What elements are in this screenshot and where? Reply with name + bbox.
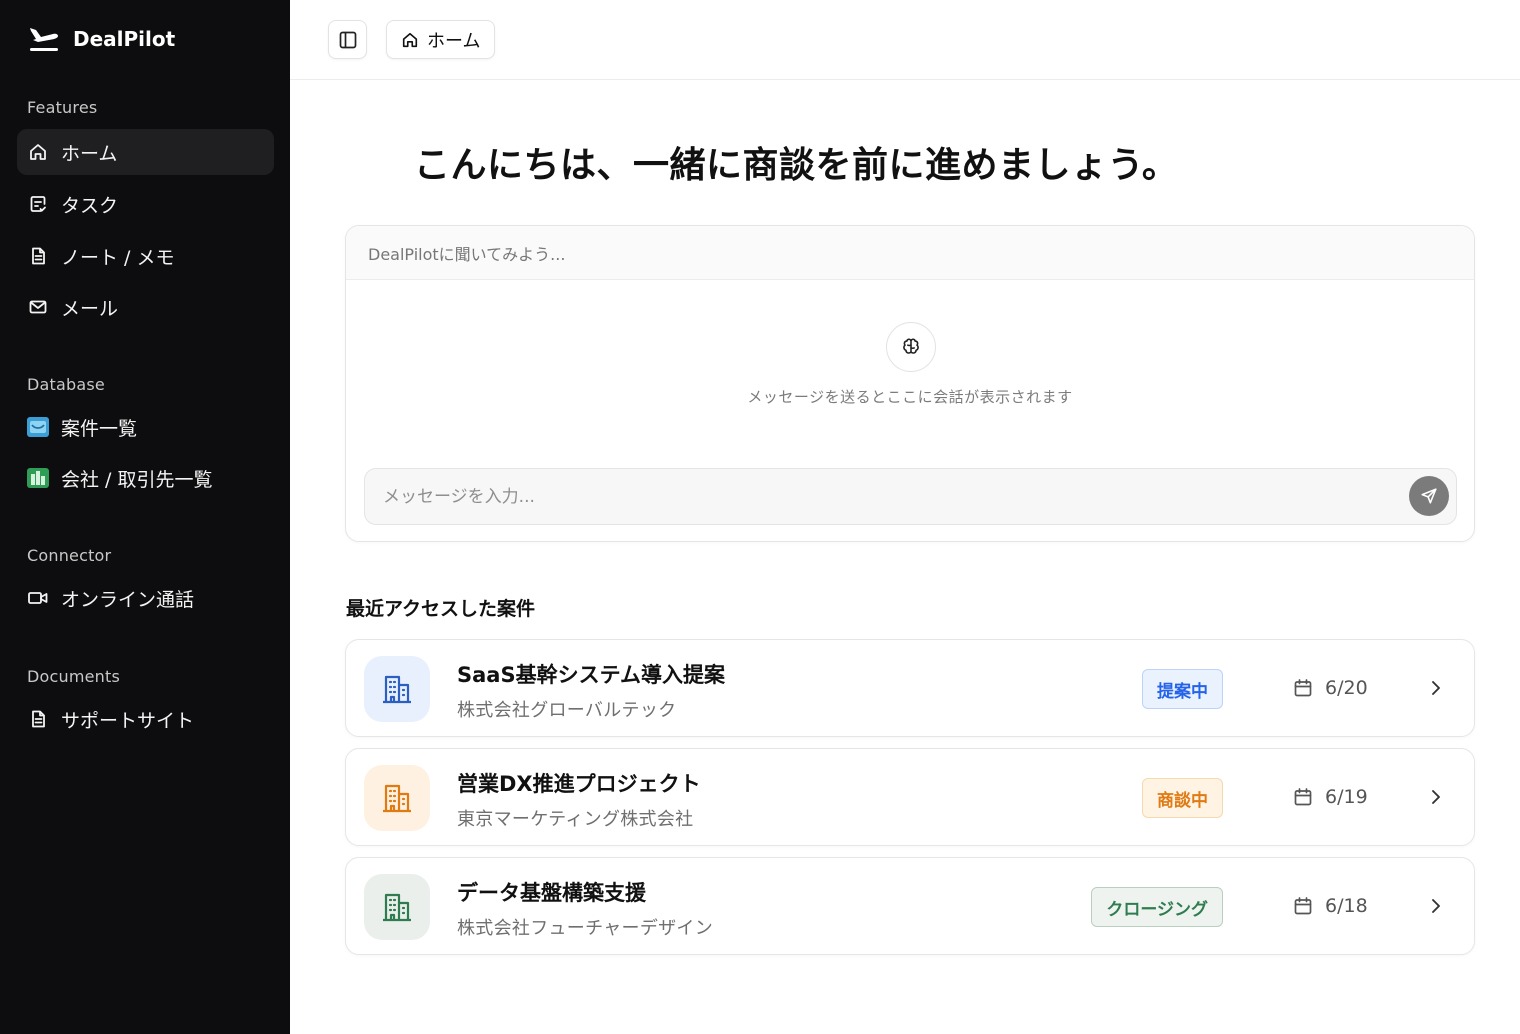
deal-date: 6/19 <box>1293 786 1368 808</box>
send-button[interactable] <box>1409 476 1449 516</box>
deal-date: 6/20 <box>1293 677 1368 699</box>
sidebar-item-label: ホーム <box>61 142 118 165</box>
brain-icon <box>886 322 936 372</box>
sidebar-item-online-call[interactable]: オンライン通話 <box>17 575 274 621</box>
deal-company: 東京マーケティング株式会社 <box>457 809 694 830</box>
mail-icon <box>27 296 49 318</box>
sidebar-item-support-site[interactable]: サポートサイト <box>17 696 274 742</box>
chevron-right-icon <box>1428 897 1444 915</box>
task-icon <box>27 193 49 215</box>
sidebar-item-label: 会社 / 取引先一覧 <box>61 468 213 491</box>
deal-card[interactable]: データ基盤構築支援 株式会社フューチャーデザイン クロージング 6/18 <box>345 857 1475 955</box>
document-icon <box>27 708 49 730</box>
sidebar-item-label: タスク <box>61 194 119 217</box>
deal-date-text: 6/18 <box>1325 895 1368 917</box>
deal-card[interactable]: 営業DX推進プロジェクト 東京マーケティング株式会社 商談中 6/19 <box>345 748 1475 846</box>
page-title: こんにちは、一緒に商談を前に進めましょう。 <box>414 145 1179 186</box>
sidebar-item-companies[interactable]: 会社 / 取引先一覧 <box>17 455 274 501</box>
sidebar-item-label: 案件一覧 <box>61 417 138 440</box>
sidebar-toggle-button[interactable] <box>328 20 367 59</box>
calendar-icon <box>1293 678 1313 698</box>
deal-date: 6/18 <box>1293 895 1368 917</box>
deal-title: 営業DX推進プロジェクト <box>457 772 701 796</box>
building-icon <box>381 673 413 705</box>
sidebar-item-label: メール <box>61 297 119 320</box>
sidebar-item-deals[interactable]: 案件一覧 <box>17 404 274 450</box>
recent-deals-title: 最近アクセスした案件 <box>346 598 536 620</box>
deal-company: 株式会社グローバルテック <box>457 700 677 721</box>
note-icon <box>27 245 49 267</box>
section-label-documents: Documents <box>27 667 121 686</box>
sidebar: DealPilot Features ホーム タスク ノート / メモ メール … <box>0 0 290 1034</box>
deal-date-text: 6/19 <box>1325 786 1368 808</box>
sidebar-item-mail[interactable]: メール <box>17 284 274 330</box>
sidebar-item-label: ノート / メモ <box>61 246 175 269</box>
chevron-right-icon <box>1428 788 1444 806</box>
section-label-features: Features <box>27 98 98 117</box>
building-icon <box>381 782 413 814</box>
chat-header: DealPilotに聞いてみよう... <box>346 226 1474 280</box>
sidebar-item-label: サポートサイト <box>61 709 195 732</box>
status-badge: 提案中 <box>1142 669 1223 709</box>
brand[interactable]: DealPilot <box>26 20 175 58</box>
sidebar-item-tasks[interactable]: タスク <box>17 181 274 227</box>
home-icon <box>401 31 419 49</box>
deal-title: データ基盤構築支援 <box>457 881 646 905</box>
deal-avatar <box>364 874 430 940</box>
deal-card[interactable]: SaaS基幹システム導入提案 株式会社グローバルテック 提案中 6/20 <box>345 639 1475 737</box>
chat-panel: DealPilotに聞いてみよう... メッセージを送るとここに会話が表示されま… <box>345 225 1475 542</box>
home-icon <box>27 141 49 163</box>
empty-state-text: メッセージを送るとここに会話が表示されます <box>747 388 1073 406</box>
building-icon <box>381 891 413 923</box>
topbar: ホーム <box>290 0 1520 80</box>
deal-title: SaaS基幹システム導入提案 <box>457 663 725 687</box>
sidebar-item-home[interactable]: ホーム <box>17 129 274 175</box>
section-label-database: Database <box>27 375 105 394</box>
deal-date-text: 6/20 <box>1325 677 1368 699</box>
calendar-icon <box>1293 787 1313 807</box>
breadcrumb-home[interactable]: ホーム <box>386 20 496 59</box>
sidebar-item-label: オンライン通話 <box>61 588 195 611</box>
send-icon <box>1420 487 1438 505</box>
panel-left-icon <box>338 30 358 50</box>
section-label-connector: Connector <box>27 546 112 565</box>
deal-company: 株式会社フューチャーデザイン <box>457 918 714 939</box>
message-input[interactable] <box>365 469 1395 524</box>
breadcrumb-label: ホーム <box>427 30 481 52</box>
plane-logo-icon <box>26 21 62 57</box>
deal-avatar <box>364 656 430 722</box>
calendar-icon <box>1293 896 1313 916</box>
deals-db-icon <box>27 416 49 438</box>
video-icon <box>27 587 49 609</box>
sidebar-item-notes[interactable]: ノート / メモ <box>17 233 274 279</box>
status-badge: クロージング <box>1091 887 1223 927</box>
message-composer <box>364 468 1457 525</box>
company-db-icon <box>27 467 49 489</box>
deal-avatar <box>364 765 430 831</box>
chevron-right-icon <box>1428 679 1444 697</box>
status-badge: 商談中 <box>1142 778 1223 818</box>
brand-name: DealPilot <box>73 27 176 51</box>
